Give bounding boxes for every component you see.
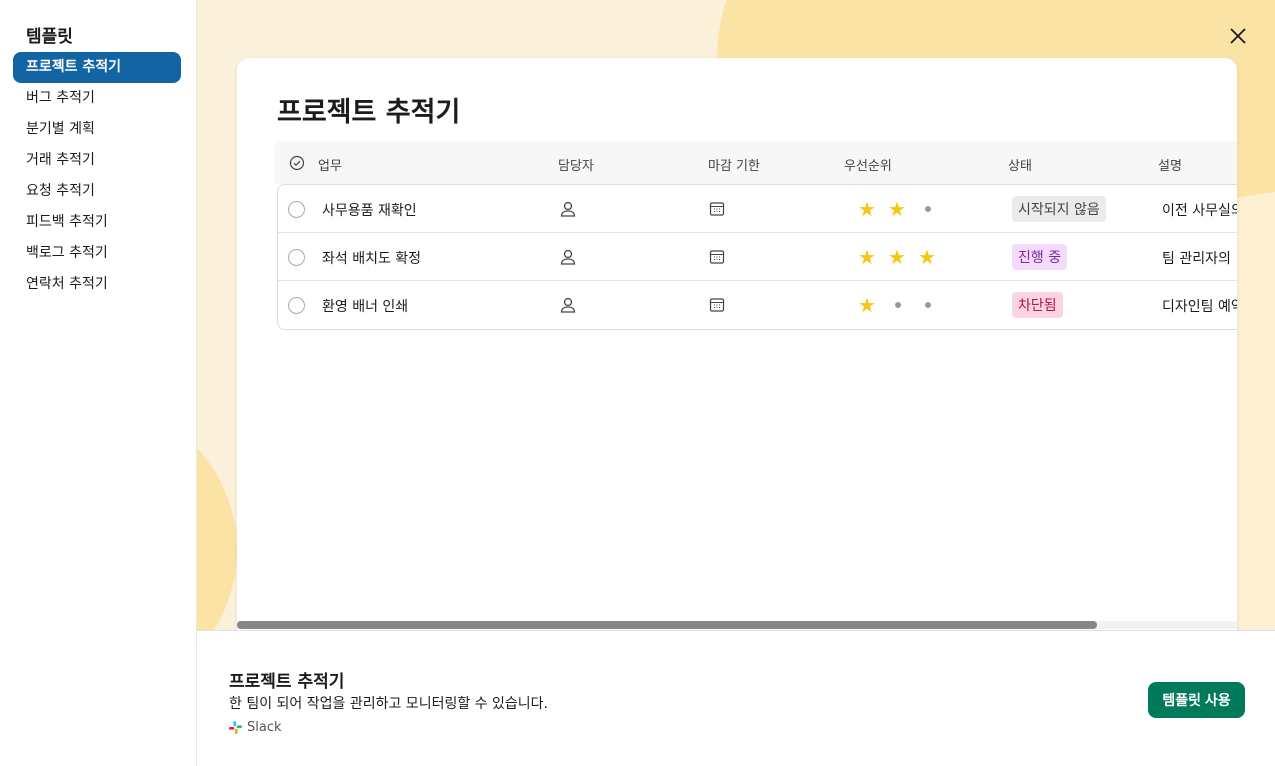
star-icon[interactable]: ★ — [858, 293, 876, 317]
task-checkbox[interactable] — [288, 201, 305, 218]
star-icon[interactable]: ★ — [918, 245, 936, 269]
column-header-assignee[interactable]: 담당자 — [558, 155, 594, 174]
table-header: 업무 담당자 마감 기한 우선순위 상태 설명 — [274, 141, 1237, 184]
use-template-button[interactable]: 템플릿 사용 — [1148, 682, 1245, 718]
task-checkbox[interactable] — [288, 297, 305, 314]
sidebar-item[interactable]: 연락처 추적기 — [13, 269, 181, 300]
column-header-task[interactable]: 업무 — [318, 155, 342, 174]
check-circle-icon — [289, 155, 305, 171]
status-badge[interactable]: 시작되지 않음 — [1012, 196, 1106, 222]
empty-priority-dot[interactable] — [925, 302, 931, 308]
template-name: 프로젝트 추적기 — [229, 672, 345, 692]
person-icon[interactable] — [559, 200, 577, 218]
sidebar-item[interactable]: 피드백 추적기 — [13, 207, 181, 238]
task-name: 사무용품 재확인 — [322, 203, 417, 219]
sidebar-item[interactable]: 분기별 계획 — [13, 114, 181, 145]
close-icon[interactable] — [1227, 25, 1249, 47]
column-header-due-date[interactable]: 마감 기한 — [708, 155, 760, 174]
status-badge[interactable]: 진행 중 — [1012, 244, 1068, 270]
column-header-status[interactable]: 상태 — [1008, 155, 1032, 174]
calendar-icon[interactable] — [709, 201, 725, 217]
task-name: 환영 배너 인쇄 — [322, 299, 409, 315]
table-row[interactable]: 사무용품 재확인 ★ ★ 시작되지 않음 이전 사무실의 — [278, 185, 1237, 233]
template-source: Slack — [229, 720, 282, 735]
person-icon[interactable] — [559, 248, 577, 266]
calendar-icon[interactable] — [709, 297, 725, 313]
source-label: Slack — [247, 720, 282, 735]
star-icon[interactable]: ★ — [858, 197, 876, 221]
task-name: 좌석 배치도 확정 — [322, 251, 422, 267]
preview-title: 프로젝트 추적기 — [277, 97, 461, 128]
column-header-description[interactable]: 설명 — [1158, 155, 1182, 174]
star-icon[interactable]: ★ — [888, 245, 906, 269]
template-sidebar: 템플릿 프로젝트 추적기 버그 추적기 분기별 계획 거래 추적기 요청 추적기 피드백 … — [0, 0, 197, 766]
empty-priority-dot[interactable] — [925, 206, 931, 212]
star-icon[interactable]: ★ — [858, 245, 876, 269]
sidebar-title: 템플릿 — [26, 27, 73, 47]
column-header-priority[interactable]: 우선순위 — [844, 155, 892, 174]
sidebar-item[interactable]: 요청 추적기 — [13, 176, 181, 207]
status-badge[interactable]: 차단됨 — [1012, 292, 1063, 318]
scrollbar-thumb[interactable] — [237, 621, 1097, 629]
sidebar-item[interactable]: 거래 추적기 — [13, 145, 181, 176]
preview-card: 프로젝트 추적기 업무 담당자 마감 기한 우선순위 상태 설명 사무용품 재확… — [237, 58, 1237, 630]
task-checkbox[interactable] — [288, 249, 305, 266]
star-icon[interactable]: ★ — [888, 197, 906, 221]
task-description: 이전 사무실의 — [1162, 203, 1237, 219]
decor-blob — [197, 400, 237, 630]
table-row[interactable]: 환영 배너 인쇄 ★ 차단됨 디자인팀 예약 — [278, 281, 1237, 329]
preview-area: 프로젝트 추적기 업무 담당자 마감 기한 우선순위 상태 설명 사무용품 재확… — [197, 0, 1275, 630]
empty-priority-dot[interactable] — [895, 302, 901, 308]
table-row[interactable]: 좌석 배치도 확정 ★ ★ ★ 진행 중 팀 관리자의 — [278, 233, 1237, 281]
slack-logo-icon — [229, 721, 242, 734]
list-table: 업무 담당자 마감 기한 우선순위 상태 설명 사무용품 재확인 ★ ★ 시작되지… — [274, 141, 1237, 330]
task-description: 팀 관리자의 — [1162, 251, 1231, 267]
person-icon[interactable] — [559, 296, 577, 314]
sidebar-list: 프로젝트 추적기 버그 추적기 분기별 계획 거래 추적기 요청 추적기 피드백 추적기 백… — [13, 52, 181, 300]
template-description: 한 팀이 되어 작업을 관리하고 모니터링할 수 있습니다. — [229, 696, 548, 712]
sidebar-item[interactable]: 프로젝트 추적기 — [13, 52, 181, 83]
task-description: 디자인팀 예약 — [1162, 299, 1237, 315]
template-footer: 프로젝트 추적기 한 팀이 되어 작업을 관리하고 모니터링할 수 있습니다. … — [197, 630, 1275, 766]
sidebar-item[interactable]: 백로그 추적기 — [13, 238, 181, 269]
calendar-icon[interactable] — [709, 249, 725, 265]
sidebar-item[interactable]: 버그 추적기 — [13, 83, 181, 114]
table-body: 사무용품 재확인 ★ ★ 시작되지 않음 이전 사무실의 좌석 배치도 확정 ★ ★… — [277, 184, 1237, 330]
horizontal-scrollbar[interactable] — [237, 621, 1237, 629]
